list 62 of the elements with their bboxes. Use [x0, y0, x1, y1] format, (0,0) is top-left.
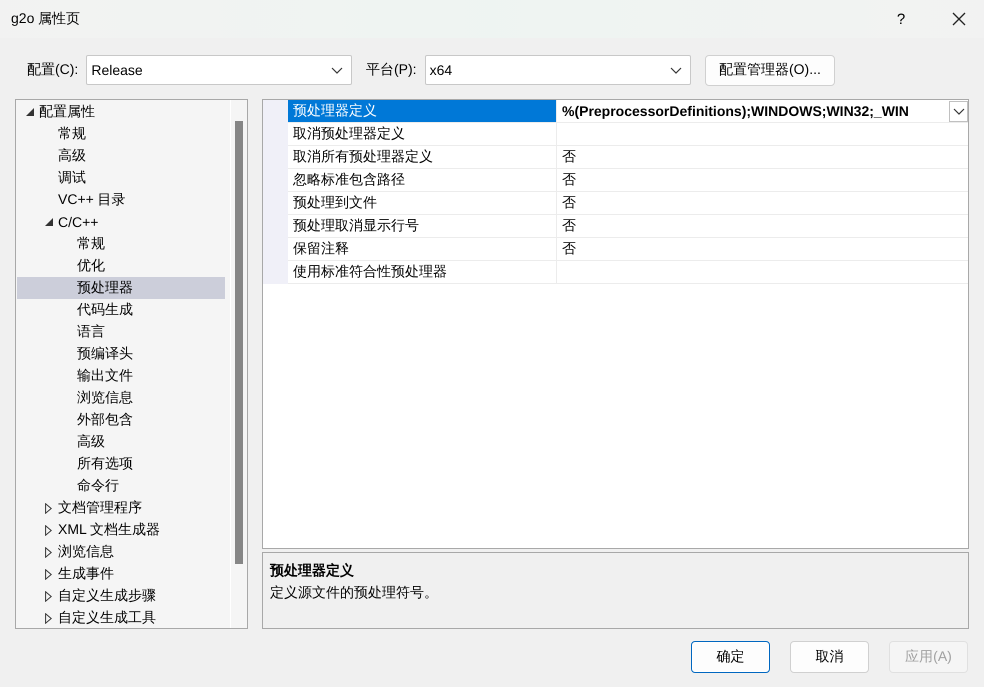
tree-item[interactable]: 外部包含: [17, 409, 225, 431]
property-name[interactable]: 保留注释: [288, 238, 557, 261]
tree-item[interactable]: 预处理器: [17, 277, 225, 299]
tree-item[interactable]: XML 文档生成器: [17, 519, 225, 541]
property-name[interactable]: 预处理取消显示行号: [288, 215, 557, 238]
help-button[interactable]: ?: [878, 0, 924, 38]
tree-item[interactable]: VC++ 目录: [17, 189, 225, 211]
tree-item[interactable]: 配置属性: [17, 101, 225, 123]
property-name[interactable]: 使用标准符合性预处理器: [288, 261, 557, 284]
tree-item[interactable]: 优化: [17, 255, 225, 277]
description-text: 定义源文件的预处理符号。: [270, 584, 438, 600]
filled-triangle-icon[interactable]: [26, 108, 34, 116]
tree-item[interactable]: 浏览信息: [17, 387, 225, 409]
filled-triangle-icon[interactable]: [44, 218, 52, 226]
tree-item[interactable]: 自定义生成步骤: [17, 585, 225, 607]
configuration-manager-button[interactable]: 配置管理器(O)...: [705, 54, 835, 86]
property-value[interactable]: 否: [557, 169, 968, 192]
tree-item[interactable]: 生成事件: [17, 563, 225, 585]
property-value[interactable]: %(PreprocessorDefinitions);WINDOWS;WIN32;_WIN: [557, 100, 968, 123]
tree-item[interactable]: 常规: [17, 233, 225, 255]
dialog-button[interactable]: 取消: [790, 641, 869, 673]
tree-item[interactable]: C/C++: [17, 211, 225, 233]
dropdown-field[interactable]: Release: [86, 55, 352, 85]
description-title: 预处理器定义: [270, 561, 355, 580]
tree-item[interactable]: 高级: [17, 145, 225, 167]
tree-item[interactable]: 高级: [17, 431, 225, 453]
tree-item[interactable]: 语言: [17, 321, 225, 343]
outline-triangle-icon[interactable]: [45, 502, 52, 514]
chevron-down-icon: [670, 66, 682, 74]
window-title: g2o 属性页: [11, 10, 82, 28]
tree-item[interactable]: 代码生成: [17, 299, 225, 321]
outline-triangle-icon[interactable]: [45, 590, 52, 602]
property-value[interactable]: 否: [557, 238, 968, 261]
close-icon: [952, 12, 966, 26]
tree-item[interactable]: 调试: [17, 167, 225, 189]
dialog-button[interactable]: 确定: [691, 641, 770, 673]
property-name[interactable]: 忽略标准包含路径: [288, 169, 557, 192]
tree-item[interactable]: 自定义生成工具: [17, 607, 225, 628]
tree-item[interactable]: 浏览信息: [17, 541, 225, 563]
tree-item[interactable]: 预编译头: [17, 343, 225, 365]
chevron-down-icon: [952, 108, 964, 114]
outline-triangle-icon[interactable]: [45, 568, 52, 580]
dropdown-field[interactable]: x64: [424, 55, 691, 85]
outline-triangle-icon[interactable]: [45, 524, 52, 536]
property-value[interactable]: 否: [557, 146, 968, 169]
field-label: 平台(P):: [366, 61, 417, 79]
property-name[interactable]: 取消预处理器定义: [288, 123, 557, 146]
property-name[interactable]: 预处理到文件: [288, 192, 557, 215]
outline-triangle-icon[interactable]: [45, 546, 52, 558]
field-label: 配置(C):: [27, 61, 78, 79]
tree-item[interactable]: 输出文件: [17, 365, 225, 387]
property-value[interactable]: 否: [557, 215, 968, 238]
tree-item[interactable]: 命令行: [17, 475, 225, 497]
property-name[interactable]: 取消所有预处理器定义: [288, 146, 557, 169]
chevron-down-icon: [331, 66, 343, 74]
dropdown-button[interactable]: [949, 100, 968, 122]
tree-item[interactable]: 所有选项: [17, 453, 225, 475]
tree-item[interactable]: 文档管理程序: [17, 497, 225, 519]
property-name[interactable]: 预处理器定义: [288, 100, 557, 123]
tree-item[interactable]: 常规: [17, 123, 225, 145]
property-value[interactable]: 否: [557, 192, 968, 215]
outline-triangle-icon[interactable]: [45, 612, 52, 624]
